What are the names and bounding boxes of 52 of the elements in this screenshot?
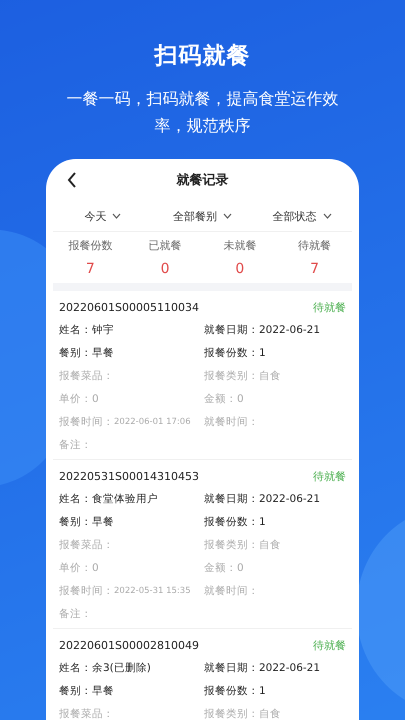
order-number: 20220601S00005110034 [59, 300, 199, 314]
record-field: 报餐类别：自食 [204, 533, 346, 556]
record-field: 报餐时间：2022-05-31 15:35 [59, 579, 204, 602]
record-field: 报餐时间：2022-06-01 17:06 [59, 410, 204, 433]
stat-label: 已就餐 [148, 238, 182, 253]
record-field: 备注： [59, 602, 204, 625]
order-number: 20220531S00014310453 [59, 470, 199, 482]
headline: 扫码就餐 [154, 42, 250, 71]
stat-label: 未就餐 [223, 238, 256, 253]
record-field: 报餐菜品： [59, 702, 204, 720]
filter-dropdown[interactable]: 全部餐别 [152, 208, 252, 224]
record-field: 单价：0 [59, 556, 204, 579]
record-field: 单价：0 [59, 387, 204, 410]
status-label: 待就餐 [313, 638, 346, 652]
record-field: 餐别：早餐 [59, 510, 204, 533]
chevron-down-icon [322, 213, 332, 219]
record-field: 就餐日期：2022-06-21 [204, 318, 346, 341]
chevron-down-icon [112, 213, 122, 219]
record-field: 报餐类别：自食 [204, 702, 346, 720]
subtitle: 一餐一码，扫码就餐，提高食堂运作效率，规范秩序 [66, 88, 340, 137]
record-field: 报餐类别：自食 [204, 364, 346, 387]
record-field: 就餐时间： [204, 579, 346, 602]
screen-title: 就餐记录 [176, 172, 228, 189]
record-field: 就餐日期：2022-06-21 [204, 487, 346, 510]
record-field: 餐别：早餐 [59, 679, 204, 702]
stat-value: 7 [86, 261, 95, 277]
record-field: 报餐菜品： [59, 364, 204, 387]
record-field: 餐别：早餐 [59, 341, 204, 364]
record-field: 姓名：食堂体验用户 [59, 487, 204, 510]
record-field: 姓名：余3(已删除) [59, 656, 204, 679]
record-field: 金额：0 [204, 556, 346, 579]
status-label: 待就餐 [313, 468, 346, 484]
back-icon[interactable] [67, 172, 77, 188]
record-field: 报餐份数：1 [204, 341, 346, 364]
record-field: 就餐日期：2022-06-21 [204, 656, 346, 679]
record-field: 报餐份数：1 [204, 510, 346, 533]
filter-dropdown[interactable]: 全部状态 [252, 208, 352, 224]
stat-label: 报餐份数 [68, 238, 112, 253]
record-field: 报餐份数：1 [204, 679, 346, 702]
record-field: 就餐时间： [204, 410, 346, 433]
record-field: 姓名：钟宇 [59, 318, 204, 341]
filter-dropdown[interactable]: 今天 [53, 208, 153, 224]
record-field: 备注： [59, 433, 204, 456]
stat-label: 待就餐 [298, 238, 332, 253]
stat-value: 0 [160, 261, 170, 277]
record-field: 金额：0 [204, 387, 346, 410]
chevron-down-icon [223, 213, 232, 219]
stat-value: 0 [235, 261, 244, 277]
stat-value: 7 [310, 261, 320, 277]
record-field: 报餐菜品： [59, 533, 204, 556]
order-number: 20220601S00002810049 [59, 638, 199, 652]
status-label: 待就餐 [313, 300, 346, 314]
